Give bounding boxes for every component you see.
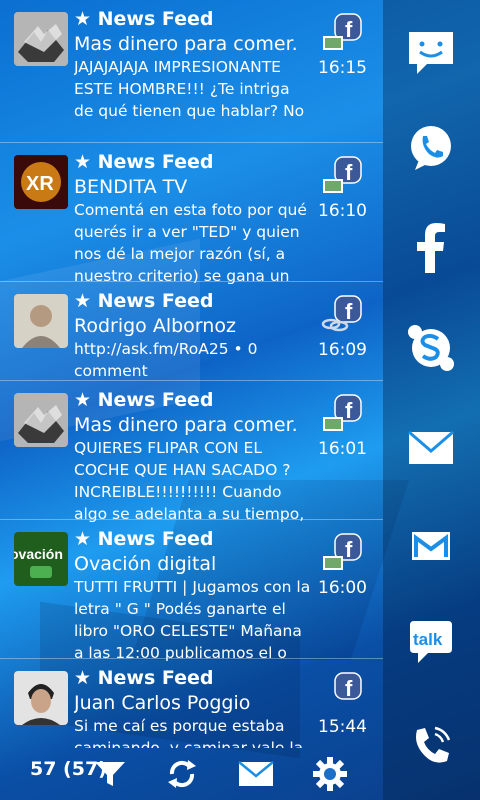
facebook-badge-icon: f xyxy=(321,671,363,711)
person-avatar xyxy=(14,294,68,348)
facebook-link-badge-icon: f xyxy=(321,294,363,334)
feed-source-label: ★ News Feed xyxy=(74,389,214,411)
feed-item-time: 16:01 xyxy=(318,439,367,459)
whatsapp-icon[interactable] xyxy=(401,118,461,178)
news-feed-list[interactable]: ★ News Feed Mas dinero para comer. JAJAJ… xyxy=(0,0,383,748)
feed-source-label: ★ News Feed xyxy=(74,667,214,689)
feed-item-title: Juan Carlos Poggio xyxy=(74,692,251,714)
feed-item-title: Ovación digital xyxy=(74,553,217,575)
filter-icon[interactable] xyxy=(88,752,132,796)
ovacion-logo-text: ovación xyxy=(14,546,63,562)
feed-item-time: 16:00 xyxy=(318,578,367,598)
compose-mail-icon[interactable] xyxy=(234,752,278,796)
skype-icon[interactable] xyxy=(401,318,461,378)
svg-text:XR: XR xyxy=(26,173,54,195)
feed-source-label: ★ News Feed xyxy=(74,151,214,173)
feed-item-time: 16:09 xyxy=(318,340,367,360)
feed-item-time: 16:15 xyxy=(318,58,367,78)
settings-gear-icon[interactable] xyxy=(308,752,352,796)
feed-item[interactable]: XR ★ News Feed BENDITA TV Comentá en est… xyxy=(0,143,383,285)
feed-item-body: http://ask.fm/RoA25 • 0 comment xyxy=(74,340,258,380)
xr-logo-avatar: XR xyxy=(14,155,68,209)
feed-item-time: 15:44 xyxy=(318,717,367,737)
svg-text:f: f xyxy=(345,676,353,701)
svg-text:talk: talk xyxy=(413,630,443,649)
feed-item-time: 16:10 xyxy=(318,201,367,221)
sms-chat-icon[interactable] xyxy=(401,22,461,82)
facebook-photo-badge-icon: f xyxy=(321,155,363,195)
feed-source-label: ★ News Feed xyxy=(74,290,214,312)
svg-text:f: f xyxy=(345,17,353,42)
hands-avatar xyxy=(14,393,68,447)
feed-item-body: JAJAJAJAJA IMPRESIONANTE ESTE HOMBRE!!! … xyxy=(74,58,305,120)
feed-item-body: TUTTI FRUTTI | Jugamos con la letra " G … xyxy=(74,578,311,662)
portrait-avatar xyxy=(14,671,68,725)
gmail-icon[interactable] xyxy=(401,516,461,576)
feed-item-title: Mas dinero para comer. xyxy=(74,414,298,436)
feed-item[interactable]: ★ News Feed Rodrigo Albornoz http://ask.… xyxy=(0,282,383,381)
feed-item[interactable]: ovación ★ News Feed Ovación digital TUTT… xyxy=(0,520,383,662)
svg-text:f: f xyxy=(345,398,353,423)
facebook-photo-badge-icon: f xyxy=(321,12,363,52)
refresh-icon[interactable] xyxy=(160,752,204,796)
feed-item-title: Rodrigo Albornoz xyxy=(74,315,236,337)
app-shortcut-sidebar: talk xyxy=(383,0,480,800)
feed-item-body: Si me caí es porque estaba caminando, y … xyxy=(74,717,304,748)
svg-text:f: f xyxy=(345,299,353,324)
feed-item-body: QUIERES FLIPAR CON EL COCHE QUE HAN SACA… xyxy=(74,439,305,523)
svg-text:f: f xyxy=(345,160,353,185)
feed-item[interactable]: ★ News Feed Mas dinero para comer. JAJAJ… xyxy=(0,0,383,143)
ovacion-logo-avatar: ovación xyxy=(14,532,68,586)
phone-dialer-icon[interactable] xyxy=(401,716,461,776)
feed-item[interactable]: ★ News Feed Mas dinero para comer. QUIER… xyxy=(0,381,383,523)
bottom-toolbar: 57 (57) xyxy=(0,748,383,800)
hands-avatar xyxy=(14,12,68,66)
google-talk-icon[interactable]: talk xyxy=(401,614,461,674)
facebook-photo-badge-icon: f xyxy=(321,532,363,572)
feed-item-body: Comentá en esta foto por qué querés ir a… xyxy=(74,201,307,285)
feed-item-title: Mas dinero para comer. xyxy=(74,33,298,55)
facebook-photo-badge-icon: f xyxy=(321,393,363,433)
svg-text:f: f xyxy=(345,537,353,562)
feed-item-title: BENDITA TV xyxy=(74,176,188,198)
email-icon[interactable] xyxy=(401,418,461,478)
feed-item[interactable]: ★ News Feed Juan Carlos Poggio Si me caí… xyxy=(0,659,383,748)
feed-source-label: ★ News Feed xyxy=(74,8,214,30)
feed-source-label: ★ News Feed xyxy=(74,528,214,550)
facebook-icon[interactable] xyxy=(401,218,461,278)
